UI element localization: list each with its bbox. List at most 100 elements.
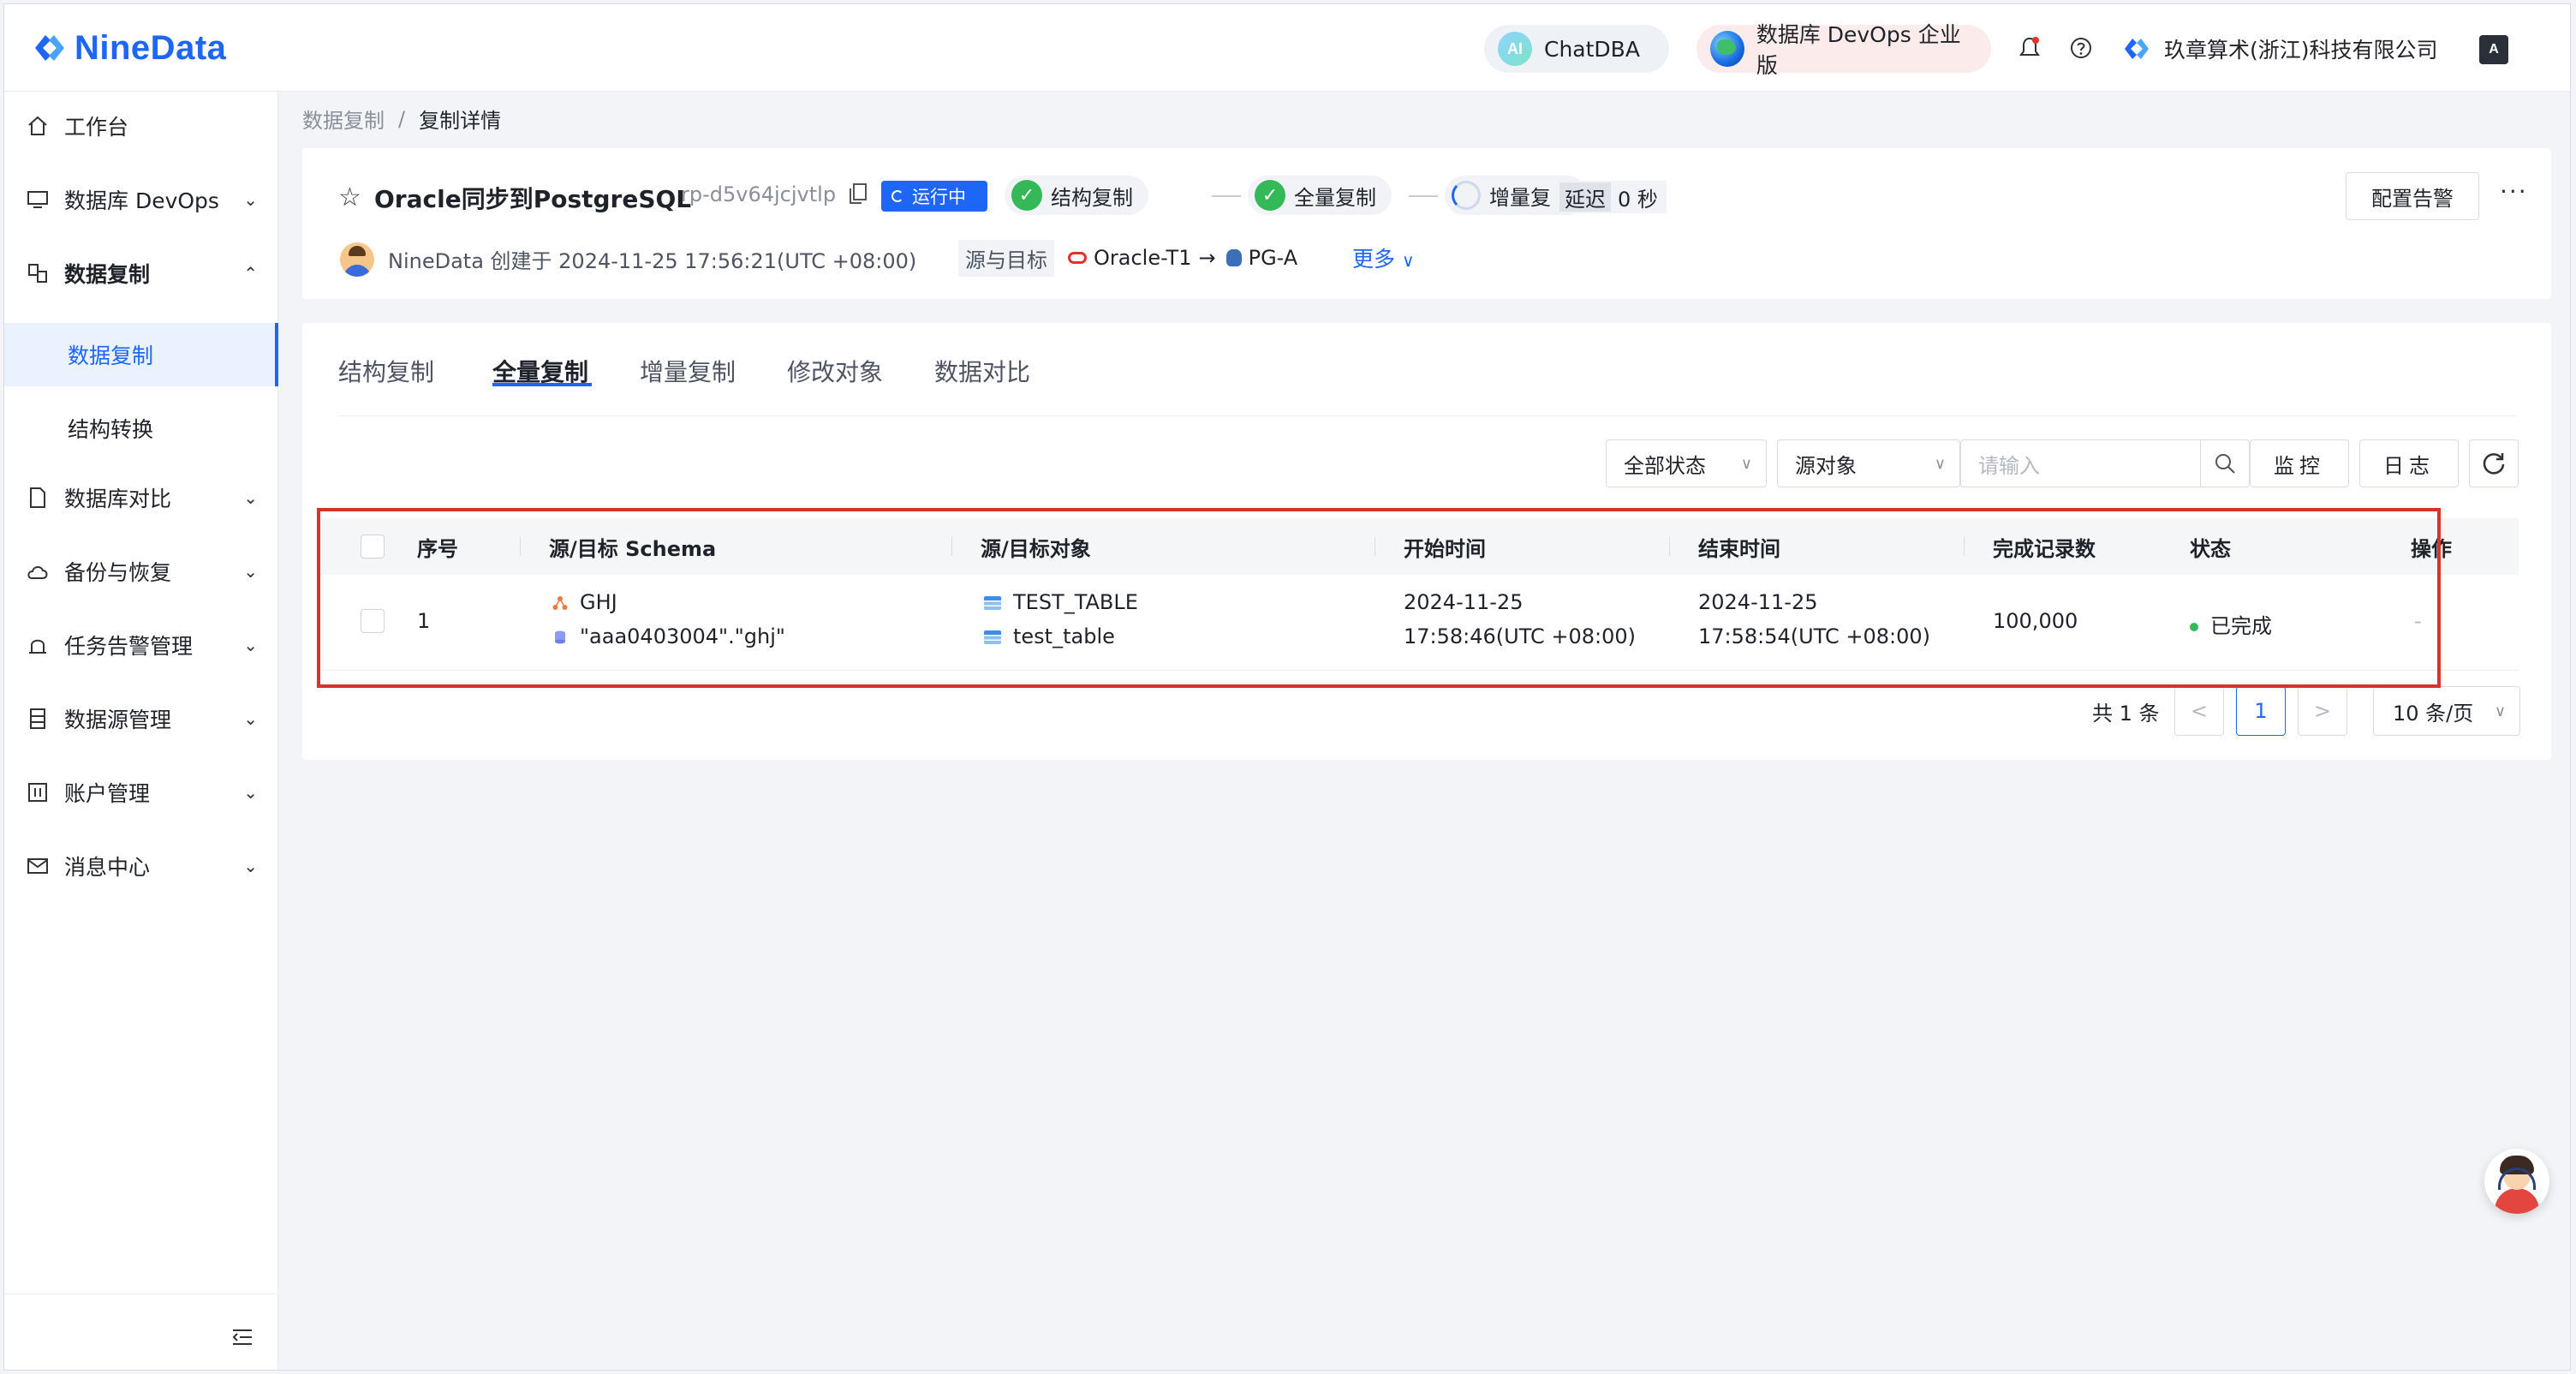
sidebar-subitem-structure-conversion[interactable]: 结构转换 bbox=[4, 397, 278, 460]
chevron-down-icon: ⌄ bbox=[243, 487, 258, 508]
chevron-down-icon: ⌄ bbox=[243, 782, 258, 803]
tab-structure[interactable]: 结构复制 bbox=[338, 354, 434, 388]
sidebar-item-compare[interactable]: 数据库对比 ⌄ bbox=[4, 463, 278, 532]
target-name[interactable]: PG-A bbox=[1249, 246, 1298, 270]
sidebar-item-alarm[interactable]: 任务告警管理 ⌄ bbox=[4, 611, 278, 679]
progress-ring-icon bbox=[1452, 181, 1481, 210]
sidebar-item-messages[interactable]: 消息中心 ⌄ bbox=[4, 832, 278, 900]
more-actions-icon[interactable]: ··· bbox=[2500, 177, 2528, 206]
delay-indicator: 延迟 0 秒 bbox=[1551, 181, 1667, 213]
customer-support-icon[interactable] bbox=[2484, 1149, 2549, 1214]
page-size-value: 10 条/页 bbox=[2393, 701, 2474, 726]
arrow-right-icon: → bbox=[1198, 246, 1216, 270]
tab-modify-objects[interactable]: 修改对象 bbox=[787, 354, 883, 388]
help-icon[interactable] bbox=[2066, 33, 2096, 63]
log-button[interactable]: 日志 bbox=[2359, 439, 2459, 487]
sidebar-item-label: 工作台 bbox=[64, 115, 129, 140]
search-input[interactable]: 请输入 bbox=[1960, 439, 2200, 487]
top-header: NineData AI ChatDBA 数据库 DevOps 企业版 玖章算术(… bbox=[4, 4, 2570, 92]
source-target: 源与目标 Oracle-T1 → PG-A bbox=[958, 239, 1298, 277]
delay-value: 0 秒 bbox=[1618, 187, 1658, 212]
step-label: 全量复制 bbox=[1294, 185, 1376, 210]
step-connector bbox=[1212, 195, 1241, 197]
pagination-next-button[interactable]: > bbox=[2298, 686, 2347, 736]
logo-text: NineData bbox=[75, 28, 227, 67]
bell-icon[interactable] bbox=[2015, 33, 2044, 63]
tab-data-compare[interactable]: 数据对比 bbox=[934, 354, 1030, 388]
search-icon[interactable] bbox=[2200, 439, 2250, 487]
chevron-down-icon: ⌄ bbox=[243, 561, 258, 582]
sidebar-item-label: 数据复制 bbox=[64, 262, 151, 287]
status-filter-value: 全部状态 bbox=[1624, 453, 1706, 478]
active-tab-indicator bbox=[492, 383, 592, 386]
home-icon bbox=[25, 113, 51, 139]
more-link[interactable]: 更多 ∨ bbox=[1352, 242, 1415, 273]
devops-edition-button[interactable]: 数据库 DevOps 企业版 bbox=[1696, 22, 1991, 78]
ai-icon: AI bbox=[1498, 32, 1532, 66]
devops-edition-label: 数据库 DevOps 企业版 bbox=[1756, 22, 1961, 78]
sidebar-item-account[interactable]: 账户管理 ⌄ bbox=[4, 758, 278, 827]
chatdba-button[interactable]: AI ChatDBA bbox=[1484, 25, 1669, 73]
status-badge-label: 运行中 bbox=[912, 187, 966, 207]
company-logo-icon bbox=[2125, 39, 2149, 59]
alarm-icon bbox=[25, 632, 51, 658]
star-icon[interactable]: ☆ bbox=[338, 182, 361, 212]
creator-info: NineData 创建于 2024-11-25 17:56:21(UTC +08… bbox=[388, 249, 917, 273]
sidebar-item-workbench[interactable]: 工作台 bbox=[4, 92, 278, 160]
check-icon: ✓ bbox=[1255, 180, 1285, 211]
breadcrumb-separator: / bbox=[398, 106, 406, 131]
tab-divider bbox=[338, 415, 2517, 416]
sidebar-item-label: 消息中心 bbox=[64, 855, 151, 880]
company-name: 玖章算术(浙江)科技有限公司 bbox=[2164, 38, 2438, 63]
tab-incremental[interactable]: 增量复制 bbox=[640, 354, 736, 388]
sidebar-item-label: 数据源管理 bbox=[64, 708, 172, 732]
app-window: NineData AI ChatDBA 数据库 DevOps 企业版 玖章算术(… bbox=[3, 3, 2571, 1371]
task-title: Oracle同步到PostgreSQL bbox=[374, 185, 692, 213]
postgresql-icon bbox=[1225, 249, 1242, 266]
object-filter-select[interactable]: 源对象 ∨ bbox=[1777, 439, 1960, 487]
step-label: 结构复制 bbox=[1051, 185, 1133, 210]
copy-icon[interactable] bbox=[849, 182, 868, 205]
sidebar-item-datasource[interactable]: 数据源管理 ⌄ bbox=[4, 684, 278, 753]
sidebar-item-label: 任务告警管理 bbox=[64, 634, 194, 659]
sidebar: 工作台 数据库 DevOps ⌄ 数据复制 ⌃ 数据复制 结构转换 数据库对比 bbox=[4, 92, 278, 1370]
sidebar-item-replication[interactable]: 数据复制 ⌃ bbox=[4, 239, 278, 308]
sidebar-item-backup[interactable]: 备份与恢复 ⌄ bbox=[4, 537, 278, 606]
more-link-label: 更多 bbox=[1352, 247, 1396, 272]
chevron-down-icon: ⌄ bbox=[243, 635, 258, 655]
refresh-icon[interactable] bbox=[2469, 439, 2519, 487]
status-filter-select[interactable]: 全部状态 ∨ bbox=[1606, 439, 1767, 487]
pagination-page-1[interactable]: 1 bbox=[2236, 686, 2286, 736]
ninedata-logo-icon bbox=[35, 35, 64, 61]
task-id: rp-d5v64jcjvtlp bbox=[681, 182, 837, 206]
source-name[interactable]: Oracle-T1 bbox=[1094, 246, 1191, 270]
avatar bbox=[340, 242, 374, 277]
cloud-icon bbox=[25, 559, 51, 584]
language-icon[interactable]: A bbox=[2479, 35, 2508, 64]
chevron-down-icon: ⌄ bbox=[243, 189, 258, 210]
datasource-icon bbox=[25, 706, 51, 732]
breadcrumb-parent[interactable]: 数据复制 bbox=[302, 104, 385, 134]
step-structure[interactable]: ✓ 结构复制 bbox=[1005, 176, 1148, 215]
task-info-card: ☆ Oracle同步到PostgreSQL rp-d5v64jcjvtlp 运行… bbox=[302, 148, 2551, 299]
step-full[interactable]: ✓ 全量复制 bbox=[1248, 176, 1392, 215]
company-switcher[interactable]: 玖章算术(浙江)科技有限公司 bbox=[2121, 30, 2438, 68]
status-badge: 运行中 bbox=[881, 181, 987, 212]
collapse-sidebar-icon[interactable] bbox=[229, 1323, 256, 1351]
sidebar-subitem-replication[interactable]: 数据复制 bbox=[4, 323, 278, 386]
pagination-prev-button[interactable]: < bbox=[2174, 686, 2224, 736]
sidebar-item-label: 备份与恢复 bbox=[64, 560, 172, 585]
page-size-select[interactable]: 10 条/页 ∨ bbox=[2373, 686, 2520, 736]
oracle-icon bbox=[1068, 252, 1087, 264]
sidebar-divider bbox=[4, 1293, 278, 1294]
chatdba-label: ChatDBA bbox=[1544, 36, 1640, 62]
compare-icon bbox=[25, 485, 51, 511]
configure-alarm-button[interactable]: 配置告警 bbox=[2346, 172, 2479, 220]
chevron-down-icon: ∨ bbox=[1401, 250, 1415, 271]
chevron-down-icon: ∨ bbox=[2494, 702, 2506, 720]
monitor-button[interactable]: 监控 bbox=[2250, 439, 2349, 487]
chevron-down-icon: ⌄ bbox=[243, 708, 258, 729]
logo[interactable]: NineData bbox=[30, 27, 226, 69]
sql-icon bbox=[25, 187, 51, 212]
sidebar-item-devops[interactable]: 数据库 DevOps ⌄ bbox=[4, 165, 278, 234]
